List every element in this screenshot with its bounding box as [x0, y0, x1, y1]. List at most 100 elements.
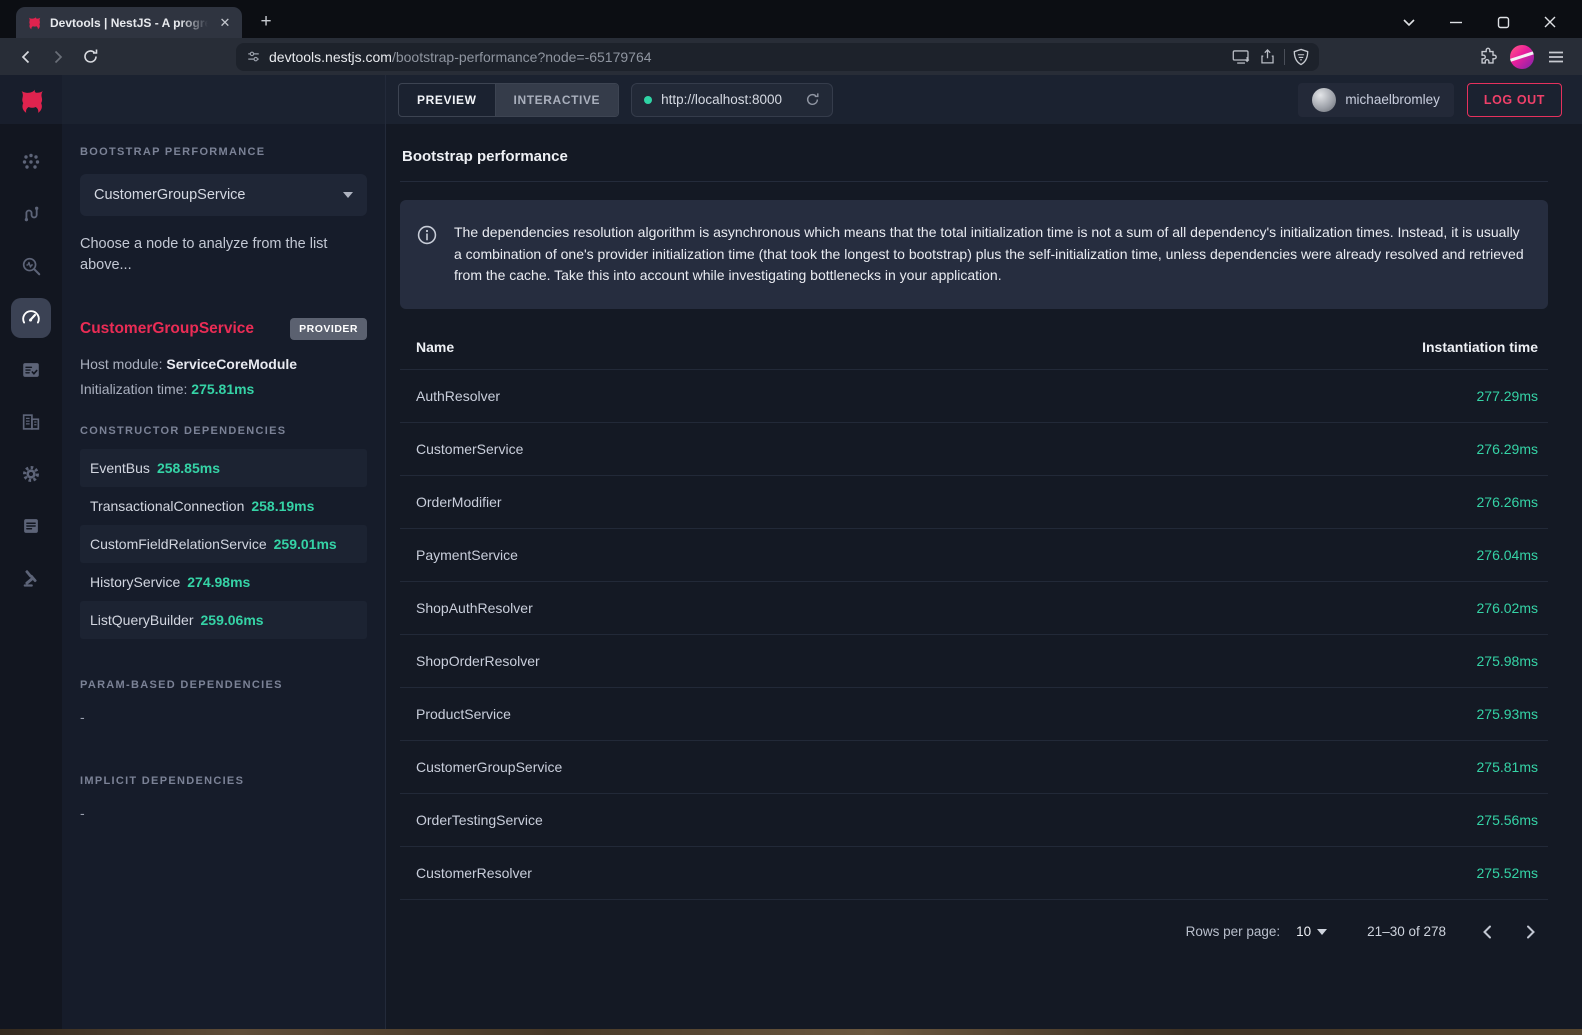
table-row[interactable]: ShopOrderResolver 275.98ms	[400, 635, 1548, 688]
forward-icon[interactable]	[44, 43, 72, 71]
implicit-deps-title: IMPLICIT DEPENDENCIES	[80, 775, 367, 787]
nestjs-logo[interactable]	[0, 75, 62, 124]
init-time-value: 275.81ms	[191, 381, 254, 397]
host-module-label: Host module:	[80, 356, 162, 372]
dependency-time: 274.98ms	[187, 574, 250, 590]
row-name: CustomerGroupService	[416, 759, 562, 775]
browser-profile-avatar[interactable]	[1510, 45, 1534, 69]
table-row[interactable]: CustomerGroupService 275.81ms	[400, 741, 1548, 794]
host-module-row: Host module: ServiceCoreModule	[80, 356, 367, 372]
dependency-item[interactable]: EventBus 258.85ms	[80, 449, 367, 487]
routes-flow-icon[interactable]	[11, 194, 51, 234]
row-time: 275.56ms	[1477, 812, 1538, 828]
dependency-time: 258.19ms	[251, 498, 314, 514]
new-tab-button[interactable]: +	[252, 8, 280, 36]
user-chip[interactable]: michaelbromley	[1298, 83, 1454, 117]
pagination-range: 21–30 of 278	[1367, 924, 1446, 939]
table-row[interactable]: PaymentService 276.04ms	[400, 529, 1548, 582]
divider	[1284, 49, 1285, 65]
dependency-name: HistoryService	[90, 574, 180, 590]
preview-tab[interactable]: PREVIEW	[399, 84, 496, 116]
chevron-down-icon	[343, 192, 353, 198]
header-spacer	[62, 75, 386, 124]
target-url: http://localhost:8000	[661, 92, 782, 107]
target-url-box[interactable]: http://localhost:8000	[631, 83, 833, 117]
column-name: Name	[416, 339, 454, 355]
connection-status-dot	[644, 96, 652, 104]
row-time: 276.26ms	[1477, 494, 1538, 510]
address-bar[interactable]: devtools.nestjs.com/bootstrap-performanc…	[236, 43, 1319, 71]
row-name: OrderModifier	[416, 494, 502, 510]
close-icon[interactable]	[1540, 12, 1560, 32]
implicit-deps-empty: -	[80, 805, 367, 821]
pagination: Rows per page: 10 21–30 of 278	[400, 900, 1548, 946]
main-content: Bootstrap performance The dependencies r…	[386, 124, 1582, 1029]
audit-checklist-icon[interactable]	[11, 350, 51, 390]
settings-gear-icon[interactable]	[11, 454, 51, 494]
param-deps-empty: -	[80, 709, 367, 725]
node-analysis-panel: BOOTSTRAP PERFORMANCE CustomerGroupServi…	[62, 124, 386, 1029]
table-row[interactable]: AuthResolver 277.29ms	[400, 370, 1548, 423]
table-row[interactable]: CustomerService 276.29ms	[400, 423, 1548, 476]
row-name: ShopAuthResolver	[416, 600, 533, 616]
row-name: PaymentService	[416, 547, 518, 563]
row-name: OrderTestingService	[416, 812, 543, 828]
back-icon[interactable]	[12, 43, 40, 71]
dependency-time: 258.85ms	[157, 460, 220, 476]
table-row[interactable]: ProductService 275.93ms	[400, 688, 1548, 741]
refresh-icon[interactable]	[805, 92, 820, 107]
dependency-item[interactable]: ListQueryBuilder 259.06ms	[80, 601, 367, 639]
table-row[interactable]: CustomerResolver 275.52ms	[400, 847, 1548, 900]
reload-icon[interactable]	[76, 43, 104, 71]
next-page-icon[interactable]	[1516, 918, 1544, 946]
graph-nodes-icon[interactable]	[11, 142, 51, 182]
user-avatar	[1312, 88, 1336, 112]
url-text[interactable]: devtools.nestjs.com/bootstrap-performanc…	[269, 49, 1224, 65]
desktop-wallpaper-edge	[0, 1029, 1582, 1035]
url-path: /bootstrap-performance?node=-65179764	[392, 49, 652, 65]
rows-per-page-label: Rows per page:	[1186, 924, 1281, 939]
table-row[interactable]: ShopAuthResolver 276.02ms	[400, 582, 1548, 635]
logout-button[interactable]: LOG OUT	[1467, 83, 1562, 117]
menu-icon[interactable]	[1546, 47, 1566, 67]
share-icon[interactable]	[1259, 48, 1276, 65]
info-text: The dependencies resolution algorithm is…	[454, 222, 1528, 287]
row-name: AuthResolver	[416, 388, 500, 404]
rows-per-page-select[interactable]: 10	[1296, 924, 1327, 939]
dependency-time: 259.01ms	[274, 536, 337, 552]
previous-page-icon[interactable]	[1474, 918, 1502, 946]
bootstrap-performance-icon[interactable]	[11, 298, 51, 338]
row-time: 276.02ms	[1477, 600, 1538, 616]
dependency-item[interactable]: TransactionalConnection 258.19ms	[80, 487, 367, 525]
interactive-tab[interactable]: INTERACTIVE	[496, 84, 619, 116]
dependency-item[interactable]: HistoryService 274.98ms	[80, 563, 367, 601]
browser-tab[interactable]: Devtools | NestJS - A progressive ✕	[16, 7, 242, 38]
dependency-name: TransactionalConnection	[90, 498, 244, 514]
send-to-device-icon[interactable]	[1232, 49, 1251, 65]
node-select[interactable]: CustomerGroupService	[80, 174, 367, 216]
provider-badge: PROVIDER	[290, 318, 367, 340]
table-row[interactable]: OrderTestingService 275.56ms	[400, 794, 1548, 847]
dependency-name: ListQueryBuilder	[90, 612, 194, 628]
minimize-icon[interactable]	[1446, 12, 1466, 32]
param-deps-title: PARAM-BASED DEPENDENCIES	[80, 679, 367, 691]
row-time: 275.98ms	[1477, 653, 1538, 669]
inspect-search-icon[interactable]	[11, 246, 51, 286]
tab-close-icon[interactable]: ✕	[216, 14, 234, 32]
info-icon	[416, 224, 438, 246]
table-row[interactable]: OrderModifier 276.26ms	[400, 476, 1548, 529]
modules-buildings-icon[interactable]	[11, 402, 51, 442]
site-settings-icon[interactable]	[246, 49, 261, 64]
constructor-deps-title: CONSTRUCTOR DEPENDENCIES	[80, 425, 367, 437]
row-name: ProductService	[416, 706, 511, 722]
maximize-icon[interactable]	[1493, 12, 1513, 32]
brave-shield-icon[interactable]	[1293, 48, 1309, 66]
docs-article-icon[interactable]	[11, 506, 51, 546]
chevron-down-icon	[1317, 929, 1327, 935]
extensions-icon[interactable]	[1478, 47, 1498, 67]
legal-gavel-icon[interactable]	[11, 558, 51, 598]
rows-per-page-value: 10	[1296, 924, 1311, 939]
dependency-item[interactable]: CustomFieldRelationService 259.01ms	[80, 525, 367, 563]
tab-search-icon[interactable]	[1399, 12, 1419, 32]
tab-title: Devtools | NestJS - A progressive	[50, 16, 208, 30]
